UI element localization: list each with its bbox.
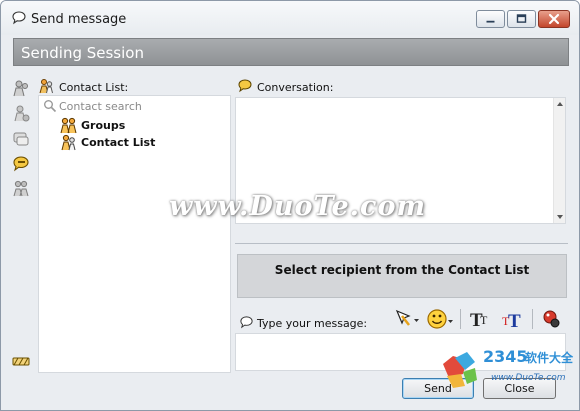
message-active-icon[interactable]: [11, 154, 31, 174]
tree-item-contact-list[interactable]: Contact List: [60, 134, 210, 152]
contact-list-label-icon: [39, 79, 53, 94]
attach-button[interactable]: [540, 306, 564, 332]
svg-text:T: T: [508, 311, 521, 332]
emoticon-icon: [427, 309, 453, 329]
window-title: Send message: [31, 12, 127, 27]
toolbar-separator: [460, 309, 461, 329]
contact-list-icon: [61, 134, 76, 151]
text-color-icon: TT: [502, 311, 521, 332]
contact-list-label: Contact List:: [59, 81, 129, 94]
title-bar: Send message: [1, 1, 579, 35]
speech-bubble-icon: [12, 11, 26, 25]
conversation-label: Conversation:: [257, 81, 334, 94]
conversation-scrollbar[interactable]: [553, 98, 565, 223]
groups-icon: [60, 117, 77, 134]
close-icon: [548, 13, 560, 25]
contacts-icon[interactable]: [11, 79, 31, 99]
session-title: Sending Session: [21, 44, 144, 62]
close-window-button[interactable]: [538, 10, 570, 28]
splitter[interactable]: [235, 243, 568, 244]
svg-text:T: T: [480, 313, 488, 327]
scroll-down-icon[interactable]: [557, 215, 563, 219]
drawing-tool-button[interactable]: [393, 306, 421, 332]
attach-icon: [543, 310, 560, 328]
search-icon: [44, 100, 57, 113]
minimize-button[interactable]: [476, 10, 505, 28]
text-format-icon: TT: [470, 310, 488, 331]
contact-search-input[interactable]: [59, 98, 227, 114]
conference-icon[interactable]: [11, 351, 31, 371]
maximize-button[interactable]: [507, 10, 536, 28]
drawing-icon: [395, 309, 419, 326]
minimize-icon: [486, 20, 495, 23]
emoticon-button[interactable]: [425, 306, 455, 332]
send-message-window: Send message Sending Session Contact Lis: [0, 0, 580, 411]
chat-icon[interactable]: [11, 129, 31, 149]
text-format-button[interactable]: TT: [467, 306, 493, 332]
conversation-panel[interactable]: [235, 97, 566, 224]
text-color-button[interactable]: TT: [500, 306, 526, 332]
tree-item-groups-label: Groups: [81, 119, 126, 132]
close-button[interactable]: Close: [483, 378, 556, 399]
toolbar-separator: [532, 309, 533, 329]
send-button[interactable]: Send: [402, 378, 474, 399]
maximize-icon: [516, 14, 527, 23]
tree-item-groups[interactable]: Groups: [60, 117, 210, 135]
recipient-panel: Select recipient from the Contact List: [237, 254, 567, 298]
message-input[interactable]: [235, 333, 566, 371]
conversation-icon: [238, 79, 252, 93]
contact-list-panel[interactable]: Groups Contact List: [38, 95, 231, 373]
recipient-prompt: Select recipient from the Contact List: [274, 263, 530, 277]
type-message-icon: [240, 316, 253, 329]
scroll-up-icon[interactable]: [557, 102, 563, 106]
group-gray-icon[interactable]: [11, 179, 31, 199]
session-header: Sending Session: [13, 38, 569, 66]
tree-item-contact-list-label: Contact List: [81, 136, 156, 149]
type-message-label: Type your message:: [257, 317, 368, 330]
contacts-gray-icon[interactable]: [11, 104, 31, 124]
